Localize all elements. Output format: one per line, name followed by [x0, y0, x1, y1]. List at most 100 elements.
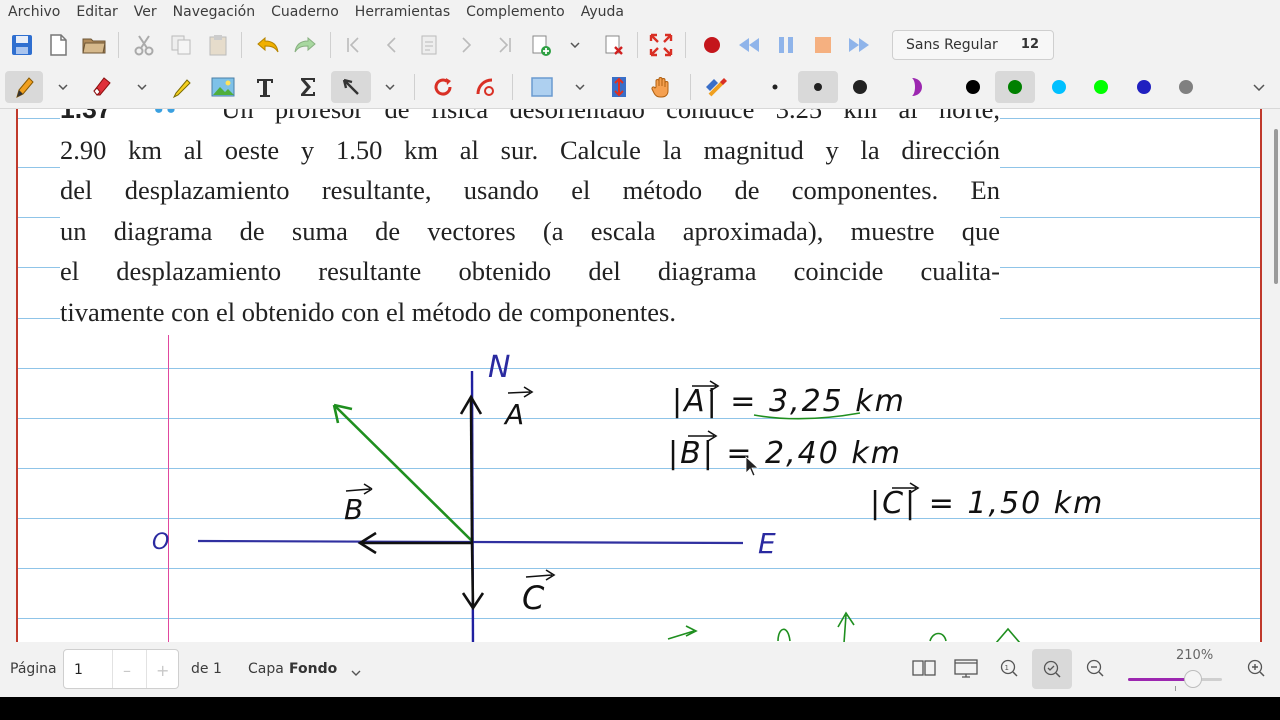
font-selector[interactable]: Sans Regular 12	[892, 30, 1054, 60]
thick-stroke-button[interactable]	[847, 74, 873, 100]
thin-stroke-button[interactable]	[762, 74, 788, 100]
new-document-button[interactable]	[45, 32, 71, 58]
stop-button[interactable]	[810, 32, 836, 58]
zoom-100-button[interactable]: 1	[996, 655, 1022, 681]
menu-bar: Archivo Editar Ver Navegación Cuaderno H…	[0, 0, 1280, 24]
two-pages-button[interactable]	[911, 655, 937, 681]
default-tool-button[interactable]	[705, 74, 731, 100]
presentation-icon	[954, 659, 978, 678]
next-page-button[interactable]	[453, 32, 479, 58]
delete-page-button[interactable]	[601, 32, 627, 58]
menu-navegacion[interactable]: Navegación	[165, 0, 263, 24]
open-button[interactable]	[81, 32, 107, 58]
pause-button[interactable]	[773, 32, 799, 58]
zoom-out-icon	[1086, 659, 1104, 677]
pen-options-dropdown[interactable]	[57, 74, 69, 100]
menu-archivo[interactable]: Archivo	[0, 0, 68, 24]
layer-selector[interactable]: Fondo	[289, 661, 337, 677]
color-black-button[interactable]	[960, 74, 986, 100]
save-button[interactable]	[9, 32, 35, 58]
medium-stroke-button[interactable]	[798, 71, 838, 103]
layer-dropdown[interactable]	[351, 664, 361, 680]
chevron-down-icon	[351, 670, 361, 676]
redo-button[interactable]	[292, 32, 318, 58]
page-number-input[interactable]: 1	[74, 662, 83, 678]
color-cyan-button[interactable]	[1046, 74, 1072, 100]
cut-button[interactable]	[131, 32, 157, 58]
fullscreen-button[interactable]	[648, 32, 674, 58]
color-swatch-icon	[966, 80, 980, 94]
toolbar-overflow-dropdown[interactable]	[1253, 74, 1265, 100]
menu-ayuda[interactable]: Ayuda	[573, 0, 632, 24]
shape-options-dropdown[interactable]	[574, 74, 586, 100]
select-options-dropdown[interactable]	[384, 74, 396, 100]
color-green-button[interactable]	[995, 71, 1035, 103]
select-arrow-icon	[342, 78, 359, 95]
folder-icon	[82, 38, 106, 54]
shape-recognizer-button[interactable]	[472, 74, 498, 100]
image-tool-button[interactable]	[210, 74, 236, 100]
zoom-slider[interactable]	[1128, 678, 1222, 681]
fast-forward-button[interactable]	[846, 32, 872, 58]
color-blue-button[interactable]	[1131, 74, 1157, 100]
menu-ver[interactable]: Ver	[126, 0, 165, 24]
sigma-icon	[301, 78, 315, 96]
page-decrement-button[interactable]: –	[123, 661, 131, 680]
vertical-scrollbar[interactable]	[1262, 109, 1280, 642]
undo-icon	[257, 36, 279, 53]
first-page-button[interactable]	[341, 32, 367, 58]
add-page-button[interactable]	[528, 32, 554, 58]
page-increment-button[interactable]: +	[156, 661, 169, 680]
paste-button[interactable]	[205, 32, 231, 58]
copy-icon	[171, 35, 191, 55]
copy-button[interactable]	[168, 32, 194, 58]
notebook-page[interactable]: 1.37 •• Un profesor de física desorienta…	[16, 109, 1262, 642]
vector-c-label: C	[522, 579, 545, 617]
math-tool-button[interactable]	[295, 74, 321, 100]
rotate-icon	[434, 78, 452, 96]
text-tool-button[interactable]	[252, 74, 278, 100]
rewind-button[interactable]	[736, 32, 762, 58]
new-document-icon	[50, 34, 67, 56]
eraser-options-dropdown[interactable]	[136, 74, 148, 100]
zoom-out-button[interactable]	[1082, 655, 1108, 681]
scrollbar-thumb[interactable]	[1274, 129, 1278, 284]
previous-page-button[interactable]	[379, 32, 405, 58]
goto-page-button[interactable]	[416, 32, 442, 58]
chevron-left-icon	[386, 37, 396, 53]
rotate-tool-button[interactable]	[430, 74, 456, 100]
pen-tool-button[interactable]	[5, 71, 43, 103]
text-icon	[257, 79, 273, 97]
pen-icon	[16, 77, 34, 98]
handwritten-diagram: N E O A B C |A| = 3,25 km |B| = 2,40 km …	[152, 350, 1102, 642]
last-page-button[interactable]	[491, 32, 517, 58]
add-page-dropdown[interactable]	[569, 32, 581, 58]
zoom-in-button[interactable]	[1243, 655, 1269, 681]
vertical-space-icon	[612, 77, 626, 97]
chevron-down-icon	[58, 84, 68, 90]
menu-editar[interactable]: Editar	[68, 0, 125, 24]
select-tool-button[interactable]	[331, 71, 371, 103]
highlighter-tool-button[interactable]	[168, 74, 194, 100]
undo-button[interactable]	[255, 32, 281, 58]
menu-herramientas[interactable]: Herramientas	[347, 0, 458, 24]
presentation-mode-button[interactable]	[953, 655, 979, 681]
zoom-slider-thumb[interactable]	[1184, 670, 1202, 688]
chevron-down-icon	[1253, 83, 1265, 91]
menu-complemento[interactable]: Complemento	[458, 0, 573, 24]
color-swatch-icon	[1052, 80, 1066, 94]
hand-tool-button[interactable]	[649, 74, 675, 100]
record-button[interactable]	[699, 32, 725, 58]
vertical-space-button[interactable]	[606, 74, 632, 100]
zoom-fit-button[interactable]	[1032, 649, 1072, 689]
menu-cuaderno[interactable]: Cuaderno	[263, 0, 347, 24]
page-label: Página	[10, 661, 57, 677]
rectangle-tool-button[interactable]	[529, 74, 555, 100]
eraser-icon	[93, 77, 111, 96]
color-gray-button[interactable]	[1173, 74, 1199, 100]
document-canvas[interactable]: 1.37 •• Un profesor de física desorienta…	[0, 109, 1280, 642]
page-spinner[interactable]: 1 – +	[63, 649, 179, 689]
eraser-tool-button[interactable]	[89, 74, 115, 100]
color-lime-button[interactable]	[1088, 74, 1114, 100]
fill-button[interactable]	[904, 74, 930, 100]
